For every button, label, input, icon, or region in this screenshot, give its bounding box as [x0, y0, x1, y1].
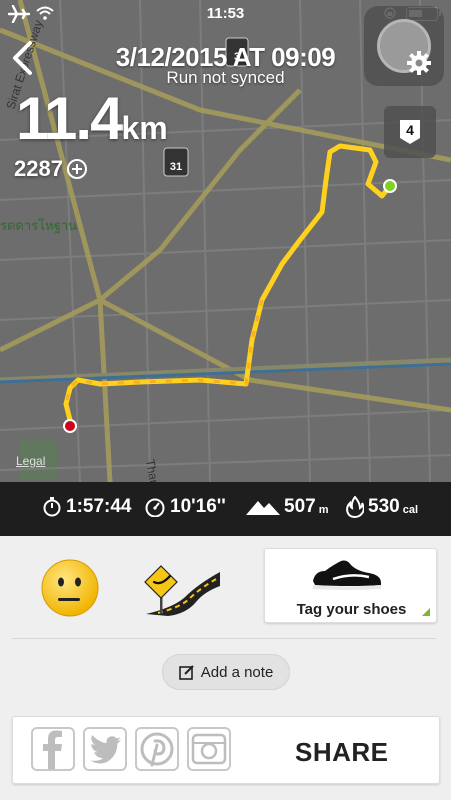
stat-calories: 530 cal	[346, 496, 418, 518]
speedometer-icon	[145, 498, 165, 517]
add-note-button[interactable]: Add a note	[162, 654, 290, 690]
gear-icon	[407, 51, 431, 75]
edit-note-icon	[178, 665, 194, 680]
legal-link[interactable]: Legal	[16, 454, 45, 468]
stat-duration: 1:57:44	[42, 496, 132, 518]
duration-value: 1:57:44	[66, 496, 132, 517]
route-start-marker	[383, 179, 397, 193]
stat-elevation: 507 m	[246, 496, 328, 518]
corner-indicator-icon	[422, 608, 430, 616]
tag-shoes-button[interactable]: Tag your shoes	[264, 548, 437, 623]
calories-unit: cal	[402, 504, 418, 516]
pinterest-icon	[140, 732, 174, 767]
flame-icon	[346, 496, 364, 518]
distance-display: 11.4km	[16, 84, 168, 153]
nikefuel-value: 2287	[14, 156, 63, 181]
run-details-panel: Tag your shoes Add a note SHARE	[0, 536, 451, 800]
share-button-label[interactable]: SHARE	[295, 737, 389, 768]
route-end-marker	[63, 419, 77, 433]
shield-badge-icon: 4	[400, 120, 420, 144]
settings-button[interactable]	[364, 6, 444, 86]
stats-bar: 1:57:44 10'16'' 507 m 530 cal	[0, 482, 451, 536]
running-shoe-icon	[313, 560, 381, 590]
tag-shoes-label: Tag your shoes	[296, 601, 407, 618]
pinterest-share-button[interactable]	[135, 727, 179, 771]
elevation-unit: m	[318, 504, 329, 516]
road-terrain-icon[interactable]	[142, 564, 222, 616]
plus-circle-icon	[66, 159, 87, 179]
stopwatch-icon	[43, 497, 61, 517]
distance-unit: km	[121, 110, 168, 146]
distance-value: 11.4	[16, 85, 123, 152]
nikefuel-display[interactable]: 2287	[14, 156, 87, 182]
instagram-icon	[191, 733, 227, 765]
elevation-value: 507	[284, 496, 316, 517]
stat-pace: 10'16''	[144, 496, 226, 518]
calories-value: 530	[368, 496, 400, 517]
facebook-icon	[43, 730, 62, 769]
mountain-icon	[246, 501, 280, 515]
add-note-label: Add a note	[200, 663, 274, 681]
road-label-thai: รดดารโหฐาน	[0, 218, 77, 234]
map-route-badge[interactable]: 4	[384, 106, 436, 158]
instagram-share-button[interactable]	[187, 727, 231, 771]
svg-text:31: 31	[170, 161, 182, 173]
neutral-face-icon[interactable]	[40, 558, 100, 618]
share-bar[interactable]: SHARE	[12, 716, 440, 784]
twitter-share-button[interactable]	[83, 727, 127, 771]
twitter-icon	[90, 735, 121, 764]
facebook-share-button[interactable]	[31, 727, 75, 771]
pace-value: 10'16''	[170, 496, 226, 517]
divider	[12, 638, 436, 639]
